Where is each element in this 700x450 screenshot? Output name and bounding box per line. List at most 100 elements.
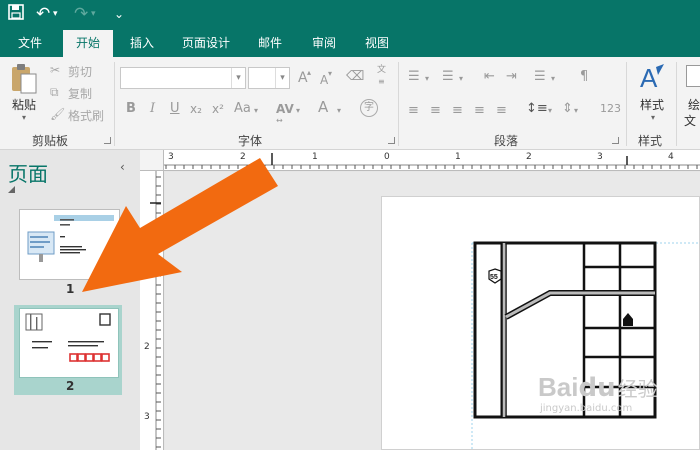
- align-center-icon[interactable]: ≡: [430, 103, 441, 119]
- ruler-label: 2: [144, 342, 150, 352]
- horizontal-ruler[interactable]: 3 2 1 0 1 2 3 4: [164, 150, 700, 171]
- ribbon-home: 粘贴 ▾ ✂ 剪切 ⧉ 复制 🖌 格式刷 剪贴板 ▾ ▾ A ▴ A ▾ ⌫ 文…: [0, 57, 700, 150]
- distributed-icon[interactable]: ≡: [496, 103, 507, 119]
- tab-file[interactable]: 文件: [8, 30, 52, 57]
- align-right-icon[interactable]: ≡: [452, 103, 463, 119]
- font-group-label: 字体: [238, 134, 263, 148]
- paste-icon[interactable]: [10, 63, 38, 98]
- ribbon-tabs: 文件 开始 插入 页面设计 邮件 审阅 视图: [0, 30, 700, 57]
- format-painter-icon[interactable]: 🖌: [50, 107, 65, 121]
- chevron-down-icon[interactable]: ▾: [548, 103, 552, 119]
- draw-text-box-label-2[interactable]: 文: [684, 112, 696, 129]
- align-left-icon[interactable]: ≡: [408, 103, 419, 119]
- tab-view[interactable]: 视图: [357, 30, 397, 57]
- chevron-down-icon[interactable]: ▾: [551, 71, 555, 87]
- change-case-icon[interactable]: Aa: [234, 101, 251, 117]
- copy-icon[interactable]: ⧉: [50, 85, 59, 100]
- phonetic-guide-icon: ≡: [378, 77, 385, 86]
- styles-dropdown-icon[interactable]: ▾: [651, 113, 655, 122]
- show-paragraph-marks-icon[interactable]: ¶: [580, 69, 588, 85]
- redo-dropdown-icon[interactable]: ▾: [91, 4, 96, 24]
- paste-dropdown-icon[interactable]: ▾: [22, 113, 26, 122]
- separator: [398, 62, 399, 146]
- quick-access-toolbar: ↶ ▾ ↷ ▾ ⌄: [0, 0, 700, 30]
- paragraph-spacing-icon[interactable]: ⇕: [562, 101, 573, 117]
- shrink-arrow-icon: ▾: [328, 69, 333, 78]
- bold-button[interactable]: B: [126, 101, 136, 117]
- collapse-pane-icon[interactable]: ‹: [120, 160, 125, 174]
- font-launcher-icon[interactable]: [388, 137, 395, 144]
- tab-insert[interactable]: 插入: [120, 30, 164, 57]
- page-thumbnail-2[interactable]: [19, 308, 119, 378]
- text-box-icon[interactable]: [686, 65, 700, 87]
- undo-icon[interactable]: ↶: [36, 4, 50, 24]
- italic-button[interactable]: I: [150, 101, 155, 117]
- pages-pane-title: 页面: [8, 162, 48, 186]
- redo-icon[interactable]: ↷: [74, 4, 88, 24]
- tab-review[interactable]: 审阅: [304, 30, 344, 57]
- shrink-font-icon[interactable]: A: [320, 72, 328, 88]
- numbering-icon[interactable]: ☰: [442, 69, 454, 85]
- chevron-down-icon[interactable]: ▾: [574, 103, 578, 119]
- chevron-down-icon[interactable]: ▾: [254, 103, 258, 119]
- copy-button[interactable]: 复制: [68, 85, 92, 102]
- format-painter-button[interactable]: 格式刷: [68, 107, 104, 124]
- chevron-down-icon[interactable]: ▾: [459, 71, 463, 87]
- clear-formatting-icon[interactable]: ⌫: [346, 69, 364, 85]
- ruler-corner: [140, 150, 164, 171]
- draw-text-box-label[interactable]: 绘: [688, 96, 700, 113]
- chevron-down-icon[interactable]: ▾: [275, 68, 289, 88]
- columns-icon[interactable]: ☰: [534, 69, 546, 85]
- tab-home[interactable]: 开始: [63, 30, 113, 57]
- cut-button[interactable]: 剪切: [68, 63, 92, 80]
- increase-indent-icon[interactable]: ⇥: [506, 69, 517, 85]
- bullets-icon[interactable]: ☰: [408, 69, 420, 85]
- number-style-button[interactable]: 123: [600, 101, 621, 117]
- svg-text:A: A: [640, 63, 658, 93]
- separator: [676, 62, 677, 146]
- line-spacing-icon[interactable]: ↕≡: [526, 101, 548, 117]
- ruler-label: 1: [144, 271, 150, 281]
- chevron-down-icon[interactable]: ▾: [231, 68, 245, 88]
- superscript-button[interactable]: x²: [212, 101, 224, 117]
- page-number-2: 2: [66, 379, 75, 393]
- grow-arrow-icon: ▴: [307, 68, 312, 77]
- separator: [114, 62, 115, 146]
- paragraph-group-label: 段落: [494, 134, 519, 148]
- styles-group-label: 样式: [638, 134, 663, 148]
- publisher-window: ↶ ▾ ↷ ▾ ⌄ 文件 开始 插入 页面设计 邮件 审阅 视图 粘贴 ▾ ✂ …: [0, 0, 700, 450]
- clipboard-launcher-icon[interactable]: [104, 137, 111, 144]
- subscript-button[interactable]: x₂: [190, 101, 202, 117]
- vertical-ruler[interactable]: 1 2 3: [140, 171, 164, 450]
- styles-button[interactable]: 样式: [640, 96, 664, 113]
- paragraph-launcher-icon[interactable]: [612, 137, 619, 144]
- clipboard-group-label: 剪贴板: [32, 134, 69, 148]
- separator: [626, 62, 627, 146]
- enclose-character-button[interactable]: 字: [360, 99, 378, 117]
- ruler-label: 3: [144, 412, 150, 422]
- pane-corner-icon: [8, 186, 15, 193]
- font-color-button[interactable]: A: [318, 99, 328, 115]
- cut-icon[interactable]: ✂: [50, 63, 60, 77]
- tab-mailings[interactable]: 邮件: [250, 30, 290, 57]
- customize-qat-icon[interactable]: ⌄: [114, 4, 124, 24]
- font-size-combo[interactable]: ▾: [248, 67, 290, 89]
- pages-pane: 页面 ‹ 1 2: [0, 150, 139, 450]
- chevron-down-icon[interactable]: ▾: [337, 103, 341, 119]
- spacing-arrows-icon: ↔: [276, 116, 283, 125]
- paste-button[interactable]: 粘贴: [12, 96, 36, 113]
- justify-icon[interactable]: ≡: [474, 103, 485, 119]
- baidu-watermark: Baidu 经验 jingyan.baidu.com: [538, 372, 658, 414]
- save-icon[interactable]: [8, 4, 24, 24]
- undo-dropdown-icon[interactable]: ▾: [53, 4, 58, 24]
- styles-icon[interactable]: A: [638, 63, 666, 96]
- route-shield-label: 55: [490, 274, 498, 281]
- page-number-1: 1: [66, 282, 75, 296]
- page-thumbnail-1[interactable]: [19, 209, 120, 280]
- chevron-down-icon[interactable]: ▾: [425, 71, 429, 87]
- tab-page-design[interactable]: 页面设计: [174, 30, 238, 57]
- font-name-combo[interactable]: ▾: [120, 67, 246, 89]
- chevron-down-icon[interactable]: ▾: [296, 103, 300, 119]
- decrease-indent-icon[interactable]: ⇤: [484, 69, 495, 85]
- underline-button[interactable]: U: [170, 101, 180, 117]
